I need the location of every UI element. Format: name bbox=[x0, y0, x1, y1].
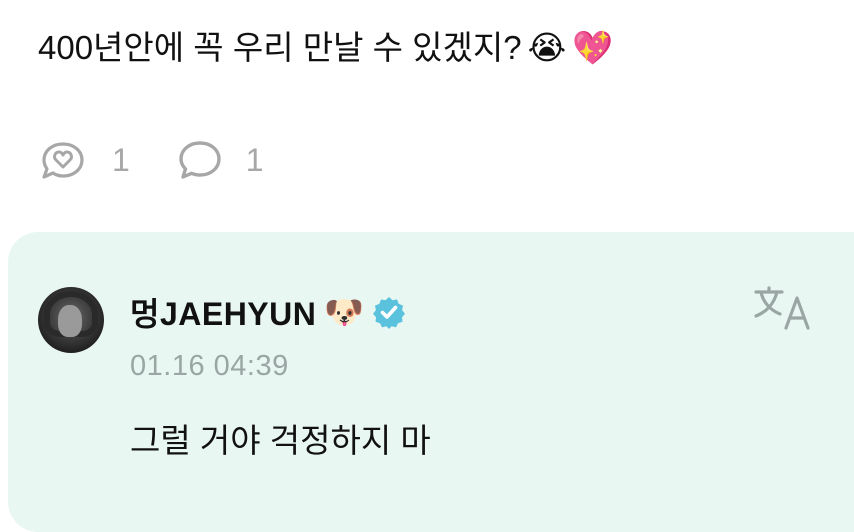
sparkling-heart-emoji: 💖 bbox=[572, 28, 614, 67]
comment-count: 1 bbox=[245, 142, 264, 178]
bubble-heart-icon bbox=[42, 142, 84, 179]
verified-badge-icon bbox=[373, 297, 406, 329]
like-count: 1 bbox=[112, 142, 130, 178]
like-button[interactable]: 1 bbox=[36, 138, 130, 182]
reply-text: 그럴 거야 걱정하지 마 bbox=[130, 422, 431, 459]
post-actions: 1 1 bbox=[36, 138, 310, 182]
comment-button[interactable]: 1 bbox=[176, 138, 264, 182]
post-text-row: 400년안에 꼭 우리 만날 수 있겠지? 😭 💖 bbox=[38, 22, 613, 74]
translate-button[interactable] bbox=[752, 284, 816, 334]
crying-face-emoji: 😭 bbox=[527, 28, 567, 67]
author-name[interactable]: 멍JAEHYUN bbox=[130, 289, 316, 335]
post-text: 400년안에 꼭 우리 만날 수 있겠지? bbox=[38, 29, 522, 66]
comment-timestamp: 01.16 04:39 bbox=[130, 350, 289, 382]
translate-icon bbox=[754, 286, 810, 330]
avatar[interactable] bbox=[38, 287, 104, 353]
dog-face-emoji: 🐶 bbox=[324, 293, 365, 331]
author-row: 멍JAEHYUN 🐶 bbox=[130, 287, 406, 337]
speech-bubble-icon bbox=[179, 141, 221, 179]
